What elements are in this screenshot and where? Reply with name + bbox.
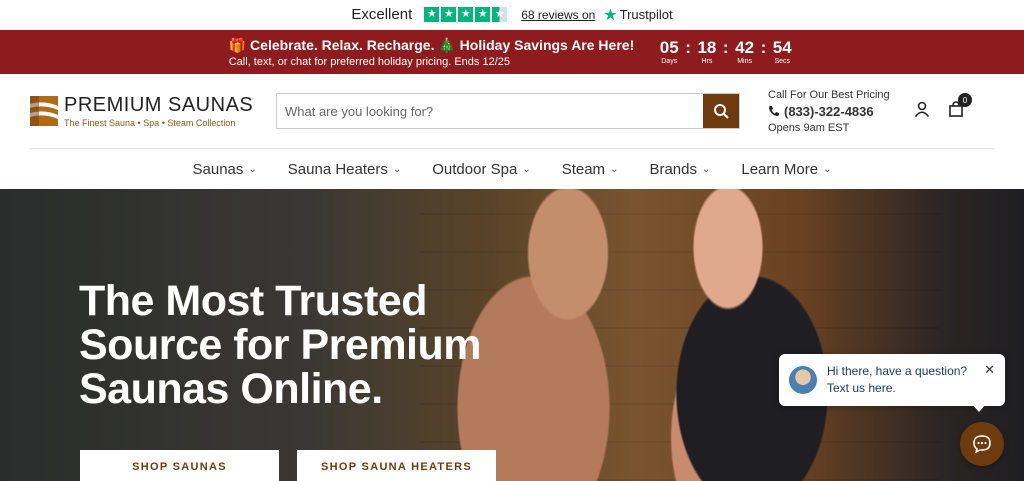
star-icon: ★ bbox=[475, 7, 491, 22]
agent-avatar bbox=[789, 366, 817, 394]
countdown-label: Secs bbox=[774, 57, 791, 65]
phone-link[interactable]: (833)-322-4836 bbox=[768, 104, 890, 119]
shop-sauna-heaters-button[interactable]: SHOP SAUNA HEATERS bbox=[297, 450, 496, 481]
chat-popup-tail bbox=[972, 404, 986, 412]
chevron-down-icon: ⌄ bbox=[522, 163, 531, 175]
chat-popup[interactable]: Hi there, have a question? Text us here.… bbox=[779, 354, 1005, 406]
countdown-label: Days bbox=[661, 57, 678, 65]
hero-image-person bbox=[620, 189, 860, 481]
nav-label: Sauna Heaters bbox=[287, 160, 388, 178]
promo-subtitle: Call, text, or chat for preferred holida… bbox=[228, 55, 510, 68]
chevron-down-icon: ⌄ bbox=[392, 163, 402, 175]
user-icon bbox=[914, 101, 930, 118]
trustpilot-stars: ★ ★ ★ ★ ★ bbox=[424, 7, 508, 22]
chat-message: Hi there, have a question? Text us here. bbox=[827, 363, 967, 397]
countdown-value: 18 bbox=[697, 37, 717, 57]
chevron-down-icon: ⌄ bbox=[823, 163, 832, 175]
cart-count-badge: 0 bbox=[958, 93, 972, 107]
countdown-separator: : bbox=[685, 37, 691, 57]
countdown-value: 42 bbox=[735, 37, 755, 57]
countdown-separator: : bbox=[722, 37, 729, 57]
countdown-timer: 05 Days : 18 Hrs : 42 Mins : 54 Secs bbox=[656, 37, 795, 66]
search-input[interactable] bbox=[277, 94, 703, 128]
countdown-separator: : bbox=[760, 37, 767, 57]
search-bar bbox=[276, 93, 740, 129]
close-icon[interactable]: ✕ bbox=[984, 362, 995, 378]
nav-label: Outdoor Spa bbox=[432, 160, 518, 178]
promo-title: 🎁 Celebrate. Relax. Recharge. 🎄 Holiday … bbox=[228, 36, 635, 53]
nav-label: Learn More bbox=[741, 160, 819, 178]
chat-launcher-button[interactable] bbox=[960, 422, 1004, 466]
phone-icon bbox=[769, 106, 779, 116]
chevron-down-icon: ⌄ bbox=[610, 163, 619, 175]
chevron-down-icon: ⌄ bbox=[701, 163, 711, 175]
nav-label: Steam bbox=[561, 160, 606, 178]
site-header: PREMIUM SAUNAS The Finest Sauna • Spa • … bbox=[0, 74, 1024, 148]
trustpilot-logo[interactable]: ★ Trustpilot bbox=[603, 5, 672, 25]
nav-label: Brands bbox=[649, 160, 697, 178]
countdown-hours: 18 Hrs bbox=[694, 37, 720, 66]
logo-name: PREMIUM SAUNAS bbox=[64, 94, 254, 116]
header-icons: 0 bbox=[914, 93, 972, 122]
trustpilot-reviews-link[interactable]: 68 reviews on bbox=[521, 8, 595, 22]
promo-banner: 🎁 Celebrate. Relax. Recharge. 🎄 Holiday … bbox=[0, 30, 1024, 74]
logo-mark-icon bbox=[30, 96, 58, 126]
hero-title: The Most Trusted Source for Premium Saun… bbox=[79, 277, 482, 413]
countdown-seconds: 54 Secs bbox=[769, 37, 795, 66]
shop-saunas-button[interactable]: SHOP SAUNAS bbox=[80, 450, 279, 481]
countdown-minutes: 42 Mins bbox=[732, 37, 758, 66]
hero-banner: The Most Trusted Source for Premium Saun… bbox=[0, 189, 1024, 481]
countdown-label: Hrs bbox=[701, 57, 713, 65]
star-icon: ★ bbox=[441, 7, 457, 22]
promo-text: 🎁 Celebrate. Relax. Recharge. 🎄 Holiday … bbox=[229, 37, 635, 68]
trustpilot-star-icon: ★ bbox=[603, 6, 618, 24]
trustpilot-rating-word: Excellent bbox=[351, 6, 413, 23]
chevron-down-icon: ⌄ bbox=[248, 163, 257, 175]
account-button[interactable] bbox=[914, 101, 930, 122]
chat-bubble-icon bbox=[973, 435, 991, 454]
trustpilot-bar: Excellent ★ ★ ★ ★ ★ 68 reviews on ★ Trus… bbox=[0, 0, 1024, 30]
contact-title: Call For Our Best Pricing bbox=[768, 88, 890, 101]
main-nav: Saunas ⌄ Sauna Heaters ⌄ Outdoor Spa ⌄ Stea… bbox=[30, 148, 994, 189]
countdown-value: 54 bbox=[772, 37, 792, 57]
half-star-icon: ★ bbox=[492, 7, 508, 22]
chat-line-1: Hi there, have a question? bbox=[827, 364, 968, 378]
nav-item-sauna-heaters[interactable]: Sauna Heaters ⌄ bbox=[288, 161, 401, 178]
site-logo[interactable]: PREMIUM SAUNAS The Finest Sauna • Spa • … bbox=[30, 94, 270, 128]
nav-item-saunas[interactable]: Saunas ⌄ bbox=[193, 161, 257, 178]
search-icon bbox=[714, 104, 729, 119]
chat-line-2: Text us here. bbox=[827, 381, 896, 395]
trustpilot-brand: Trustpilot bbox=[619, 7, 673, 22]
contact-block: Call For Our Best Pricing (833)-322-4836… bbox=[768, 89, 890, 134]
star-icon: ★ bbox=[458, 7, 474, 22]
countdown-label: Mins bbox=[737, 57, 752, 65]
cart-button[interactable]: 0 bbox=[948, 93, 972, 122]
nav-label: Saunas bbox=[192, 160, 244, 178]
countdown-days: 05 Days bbox=[656, 37, 682, 66]
search-button[interactable] bbox=[703, 94, 739, 128]
phone-number: (833)-322-4836 bbox=[784, 103, 874, 119]
countdown-value: 05 bbox=[659, 37, 679, 57]
star-icon: ★ bbox=[424, 7, 440, 22]
logo-tagline: The Finest Sauna • Spa • Steam Collectio… bbox=[64, 118, 236, 128]
nav-item-learn-more[interactable]: Learn More ⌄ bbox=[741, 161, 831, 178]
nav-item-outdoor-spa[interactable]: Outdoor Spa ⌄ bbox=[432, 161, 530, 178]
nav-item-steam[interactable]: Steam ⌄ bbox=[562, 161, 619, 178]
nav-item-brands[interactable]: Brands ⌄ bbox=[649, 161, 710, 178]
store-hours: Opens 9am EST bbox=[768, 121, 850, 134]
